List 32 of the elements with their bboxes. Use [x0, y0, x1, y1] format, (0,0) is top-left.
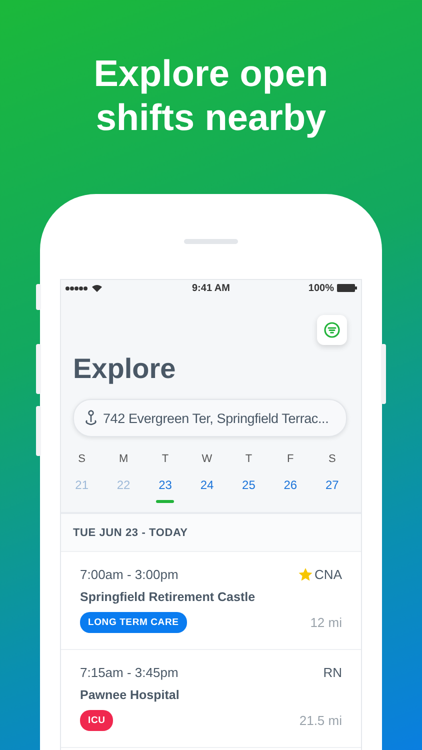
role-label: RN: [323, 665, 342, 680]
filter-icon: [324, 322, 340, 338]
speaker: [184, 239, 238, 244]
facility-name: Pawnee Hospital: [80, 688, 180, 702]
page-title: Explore: [73, 353, 177, 385]
location-pin-icon: [84, 410, 98, 426]
wifi-icon: [92, 284, 102, 292]
shift-time: 7:00am - 3:00pm: [80, 567, 178, 582]
filter-button[interactable]: [317, 315, 347, 345]
battery-icon: [336, 284, 357, 292]
distance-label: 21.5 mi: [299, 713, 342, 728]
section-header: TUE JUN 23 - TODAY: [61, 514, 361, 552]
role-label: CNA: [314, 567, 342, 582]
headline: Explore open shifts nearby: [92, 52, 330, 140]
day-button[interactable]: S 27: [311, 453, 353, 503]
care-tag: ICU: [80, 710, 114, 731]
status-time: 9:41 AM: [192, 282, 230, 294]
day-button[interactable]: F 26: [270, 453, 312, 503]
facility-name: Springfield Retirement Castle: [80, 590, 256, 604]
distance-label: 12 mi: [310, 615, 342, 630]
shift-card[interactable]: 7:15am - 3:45pm RN Pawnee Hospital ICU 21.5 mi: [61, 650, 361, 748]
day-button[interactable]: M 22: [102, 453, 144, 503]
shift-time: 7:15am - 3:45pm: [80, 665, 178, 680]
signal-icon: [65, 286, 89, 290]
day-button[interactable]: T 25: [228, 453, 270, 503]
care-tag: LONG TERM CARE: [80, 612, 187, 633]
location-field[interactable]: 742 Evergreen Ter, Springfield Terrac...: [73, 399, 347, 437]
day-button[interactable]: T 23: [144, 453, 186, 503]
day-button[interactable]: S 21: [61, 453, 103, 503]
battery-percent: 100%: [308, 282, 334, 294]
day-button[interactable]: W 24: [186, 453, 228, 503]
shift-card[interactable]: 7:00am - 3:00pm CNA Springfield Retirement Castle LONG TERM CARE 12 mi: [61, 552, 361, 650]
